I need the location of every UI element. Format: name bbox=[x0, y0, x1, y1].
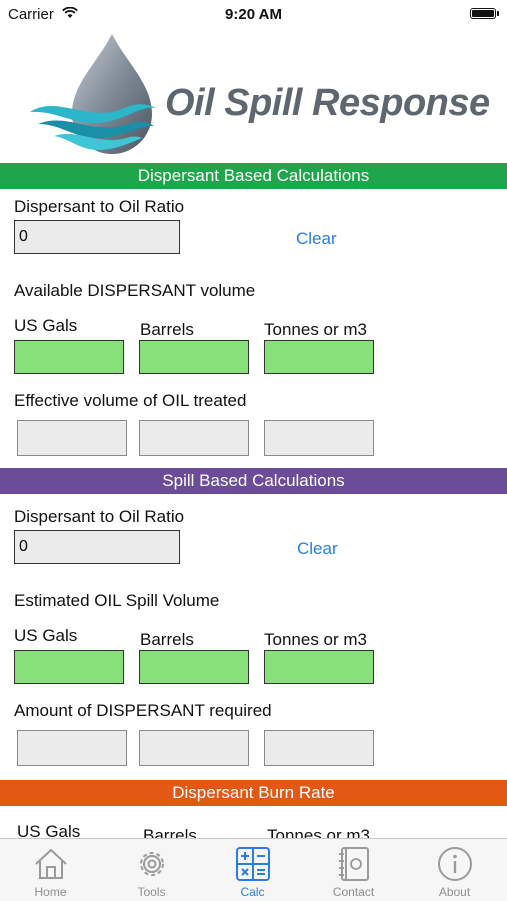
col-tonnes-label: Tonnes or m3 bbox=[264, 630, 367, 649]
col-tonnes-label: Tonnes or m3 bbox=[264, 320, 367, 339]
effective-barrels-output bbox=[139, 420, 249, 456]
contact-book-icon bbox=[339, 847, 369, 881]
info-icon bbox=[438, 847, 472, 881]
effective-tonnes-output bbox=[264, 420, 374, 456]
calculator-icon bbox=[236, 847, 270, 881]
app-logo-text: Oil Spill Response bbox=[165, 82, 490, 124]
tab-bar: Home Tools Calc Contact About bbox=[0, 838, 507, 901]
dispersant-barrels-input[interactable] bbox=[139, 340, 249, 374]
tab-tools[interactable]: Tools bbox=[101, 839, 202, 901]
spill-section-header: Spill Based Calculations bbox=[0, 468, 507, 494]
col-barrels-label: Barrels bbox=[140, 320, 194, 339]
spill-ratio-input[interactable] bbox=[14, 530, 180, 564]
status-bar: Carrier 9:20 AM bbox=[0, 0, 507, 30]
tab-calc-label: Calc bbox=[240, 885, 265, 899]
tab-contact[interactable]: Contact bbox=[303, 839, 404, 901]
tab-calc[interactable]: Calc bbox=[202, 839, 303, 901]
col-barrels-label: Barrels bbox=[140, 630, 194, 649]
dispersant-required-label: Amount of DISPERSANT required bbox=[14, 701, 272, 720]
tab-home-label: Home bbox=[34, 885, 67, 899]
col-us-gals-label: US Gals bbox=[14, 626, 78, 645]
available-dispersant-label: Available DISPERSANT volume bbox=[14, 281, 256, 300]
burn-rate-section-header: Dispersant Burn Rate bbox=[0, 780, 507, 806]
estimated-spill-label: Estimated OIL Spill Volume bbox=[14, 591, 220, 610]
spill-ratio-label: Dispersant to Oil Ratio bbox=[14, 507, 185, 526]
required-barrels-output bbox=[139, 730, 249, 766]
effective-us-gals-output bbox=[17, 420, 127, 456]
water-drop-logo-icon bbox=[30, 34, 156, 154]
gear-icon bbox=[140, 852, 164, 876]
required-us-gals-output bbox=[17, 730, 127, 766]
clock: 9:20 AM bbox=[225, 6, 282, 23]
tab-about[interactable]: About bbox=[404, 839, 505, 901]
app-header: Oil Spill Response bbox=[0, 30, 507, 162]
home-icon bbox=[35, 849, 67, 879]
tab-home[interactable]: Home bbox=[0, 839, 101, 901]
spill-clear-button[interactable]: Clear bbox=[297, 539, 338, 559]
dispersant-ratio-label: Dispersant to Oil Ratio bbox=[14, 197, 185, 216]
dispersant-section-header: Dispersant Based Calculations bbox=[0, 163, 507, 189]
dispersant-ratio-input[interactable] bbox=[14, 220, 180, 254]
required-tonnes-output bbox=[264, 730, 374, 766]
effective-oil-label: Effective volume of OIL treated bbox=[14, 391, 247, 410]
tab-contact-label: Contact bbox=[332, 885, 375, 899]
spill-tonnes-input[interactable] bbox=[264, 650, 374, 684]
tab-tools-label: Tools bbox=[137, 885, 166, 899]
dispersant-us-gals-input[interactable] bbox=[14, 340, 124, 374]
spill-barrels-input[interactable] bbox=[139, 650, 249, 684]
col-us-gals-label: US Gals bbox=[14, 316, 78, 335]
dispersant-clear-button[interactable]: Clear bbox=[296, 229, 337, 249]
tab-about-label: About bbox=[438, 885, 471, 899]
battery-icon bbox=[470, 8, 496, 19]
dispersant-tonnes-input[interactable] bbox=[264, 340, 374, 374]
spill-us-gals-input[interactable] bbox=[14, 650, 124, 684]
